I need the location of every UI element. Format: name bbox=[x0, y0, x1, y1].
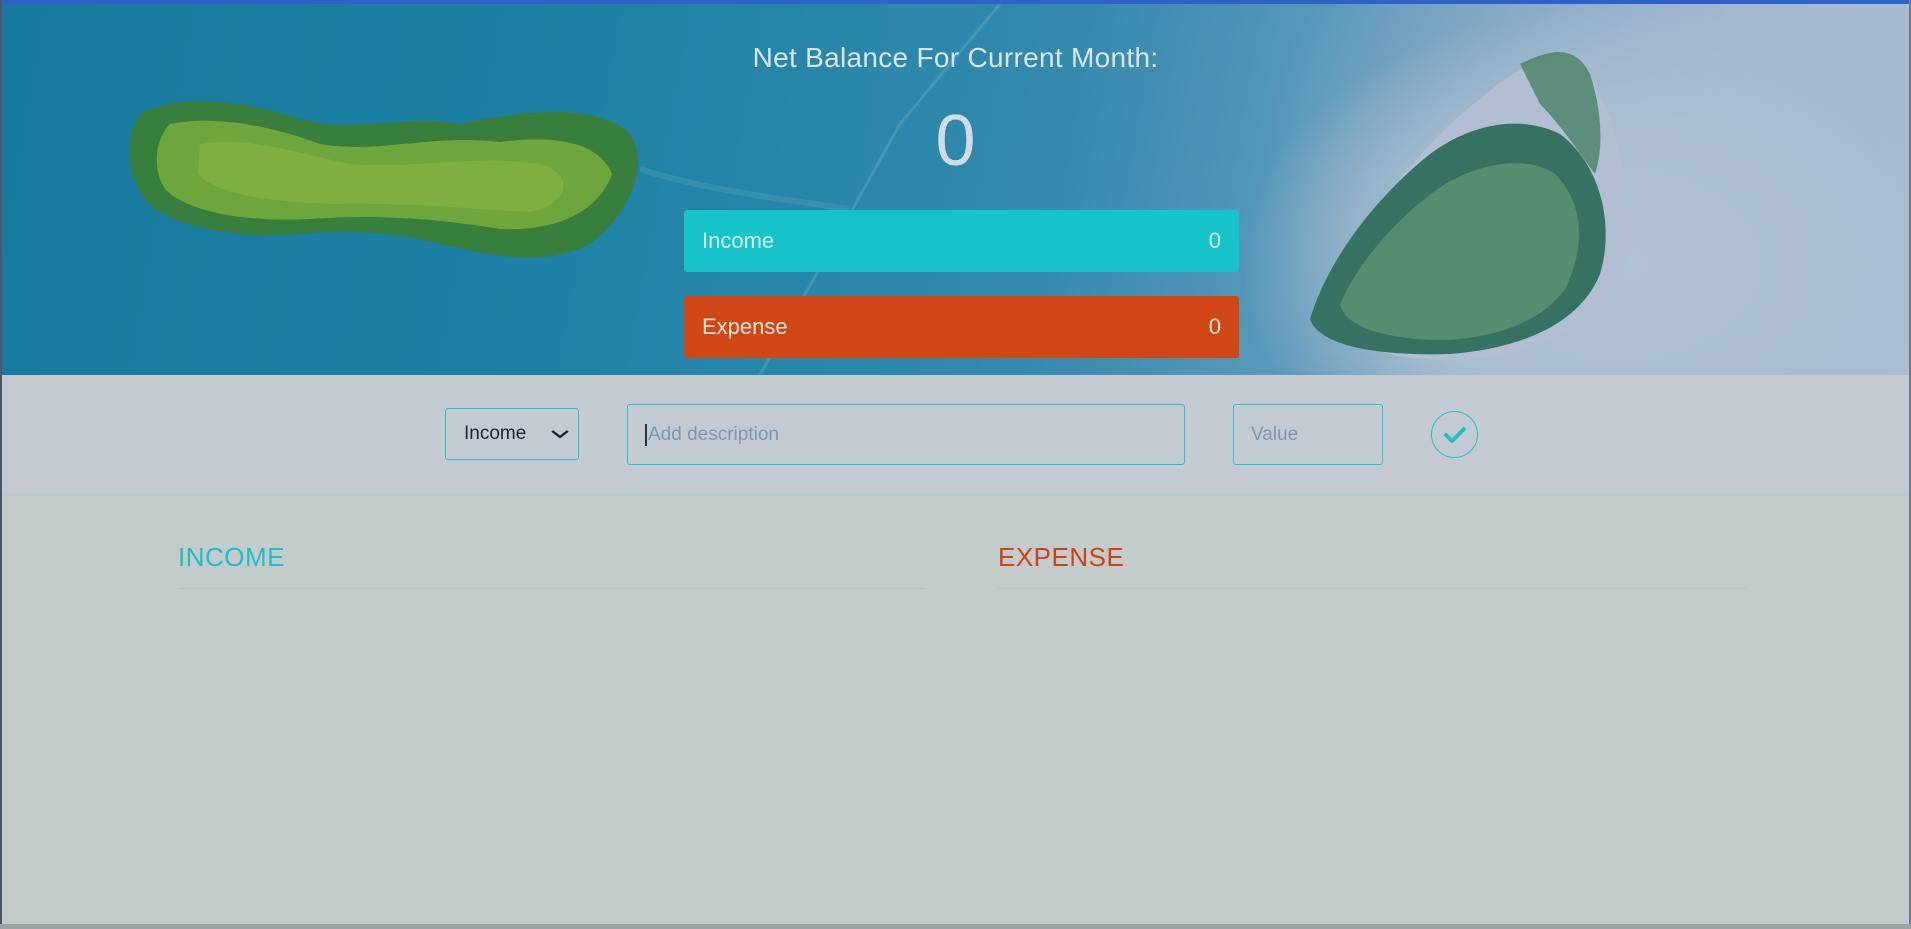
income-divider bbox=[178, 588, 926, 589]
expense-summary-value: 0 bbox=[1208, 314, 1221, 339]
net-balance-title: Net Balance For Current Month: bbox=[752, 42, 1159, 73]
type-select-value: Income bbox=[464, 423, 527, 444]
value-input[interactable]: Value bbox=[1233, 404, 1383, 465]
type-select[interactable]: Income bbox=[445, 408, 579, 460]
checkmark-icon bbox=[1443, 426, 1466, 443]
expense-summary: Expense 0 bbox=[684, 296, 1239, 358]
add-entry-form: Income Add description Value bbox=[0, 375, 1911, 495]
chevron-down-icon bbox=[551, 426, 569, 442]
expense-divider bbox=[998, 588, 1746, 589]
value-placeholder: Value bbox=[1251, 423, 1299, 445]
text-caret bbox=[645, 423, 647, 446]
transactions-lists: INCOME EXPENSE bbox=[0, 496, 1911, 929]
window-bottom-edge bbox=[0, 924, 1911, 929]
balance-header: Net Balance For Current Month: 0 Income … bbox=[0, 4, 1911, 375]
description-input[interactable]: Add description bbox=[627, 404, 1185, 465]
description-placeholder: Add description bbox=[648, 423, 779, 445]
expense-list-title: EXPENSE bbox=[998, 542, 1125, 572]
window-left-edge bbox=[0, 0, 2, 929]
net-balance-value: 0 bbox=[935, 101, 976, 181]
add-entry-button[interactable] bbox=[1431, 411, 1478, 458]
income-summary-label: Income bbox=[702, 228, 775, 253]
expense-summary-label: Expense bbox=[702, 314, 788, 339]
income-list-title: INCOME bbox=[178, 542, 285, 572]
income-summary-value: 0 bbox=[1208, 228, 1221, 253]
income-summary: Income 0 bbox=[684, 210, 1239, 272]
